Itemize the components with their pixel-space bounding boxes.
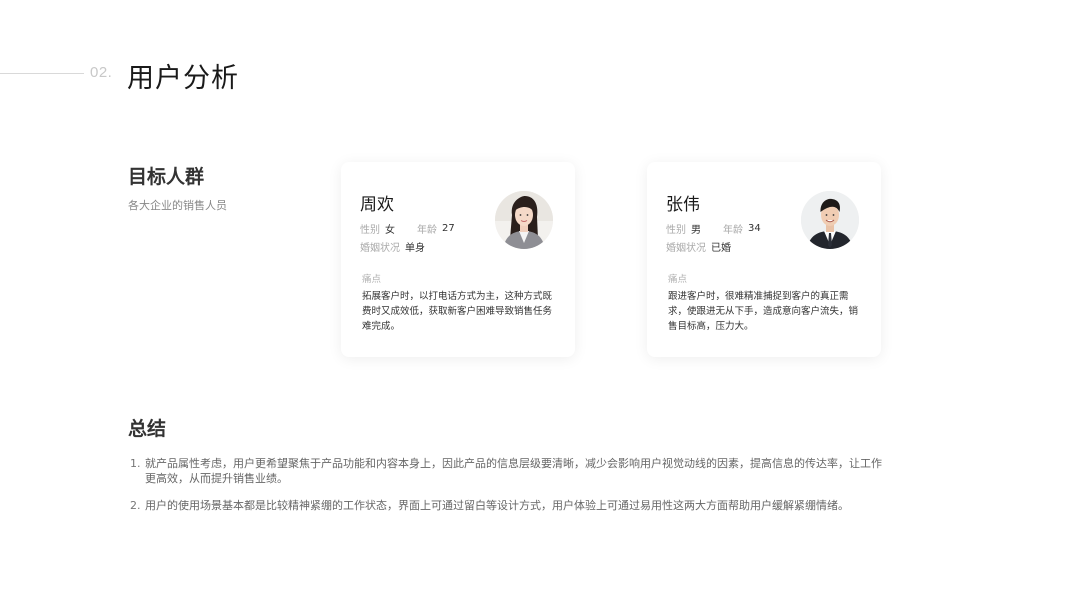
persona-name: 张伟 xyxy=(666,195,700,215)
persona-name: 周欢 xyxy=(360,195,394,215)
header-divider-line xyxy=(0,73,84,74)
summary-item-number: 1. xyxy=(130,457,141,470)
male-avatar-icon xyxy=(801,191,859,249)
gender-value: 男 xyxy=(691,225,701,236)
marital-value: 单身 xyxy=(405,243,425,254)
persona-basic-info: 性别 男 年龄 34 xyxy=(666,221,761,236)
summary-list: 1. 就产品属性考虑，用户更希望聚焦于产品功能和内容本身上，因此产品的信息层级要… xyxy=(130,456,890,525)
persona-card-2: 张伟 性别 男 年龄 34 婚姻状况 已婚 痛点 跟进客户时，很难精准捕捉到客户… xyxy=(647,162,881,357)
gender-value: 女 xyxy=(385,225,395,236)
slide-page: 02. 用户分析 目标人群 各大企业的销售人员 周欢 性别 女 年龄 27 婚姻… xyxy=(0,0,1067,600)
page-title: 用户分析 xyxy=(127,63,239,94)
pain-point-label: 痛点 xyxy=(362,274,382,285)
section-number: 02. xyxy=(90,64,113,81)
persona-basic-info: 性别 女 年龄 27 xyxy=(360,221,455,236)
age-value: 34 xyxy=(748,223,761,234)
gender-label: 性别 xyxy=(666,225,686,236)
female-avatar-icon xyxy=(495,191,553,249)
summary-item: 1. 就产品属性考虑，用户更希望聚焦于产品功能和内容本身上，因此产品的信息层级要… xyxy=(130,456,890,486)
summary-item-text: 就产品属性考虑，用户更希望聚焦于产品功能和内容本身上，因此产品的信息层级要清晰，… xyxy=(145,457,882,485)
pain-point-text: 跟进客户时，很难精准捕捉到客户的真正需求，使跟进无从下手，造成意向客户流失，销售… xyxy=(668,291,859,332)
summary-item-number: 2. xyxy=(130,499,141,512)
marital-value: 已婚 xyxy=(711,243,731,254)
persona-card-1: 周欢 性别 女 年龄 27 婚姻状况 单身 痛点 拓展客户时，以打电话方式为主，… xyxy=(341,162,575,357)
persona-marital-info: 婚姻状况 已婚 xyxy=(666,239,731,254)
pain-point-label: 痛点 xyxy=(668,274,688,285)
summary-title: 总结 xyxy=(128,418,167,440)
gender-label: 性别 xyxy=(360,225,380,236)
pain-point-text: 拓展客户时，以打电话方式为主，这种方式既费时又成效低，获取新客户困难导致销售任务… xyxy=(362,291,553,332)
age-value: 27 xyxy=(442,223,455,234)
summary-item-text: 用户的使用场景基本都是比较精神紧绷的工作状态，界面上可通过留白等设计方式，用户体… xyxy=(145,499,849,512)
age-label: 年龄 xyxy=(417,225,437,236)
summary-item: 2. 用户的使用场景基本都是比较精神紧绷的工作状态，界面上可通过留白等设计方式，… xyxy=(130,498,890,513)
marital-label: 婚姻状况 xyxy=(360,243,400,254)
marital-label: 婚姻状况 xyxy=(666,243,706,254)
target-group-subtitle: 各大企业的销售人员 xyxy=(128,199,227,212)
persona-marital-info: 婚姻状况 单身 xyxy=(360,239,425,254)
age-label: 年龄 xyxy=(723,225,743,236)
target-group-title: 目标人群 xyxy=(128,166,205,188)
